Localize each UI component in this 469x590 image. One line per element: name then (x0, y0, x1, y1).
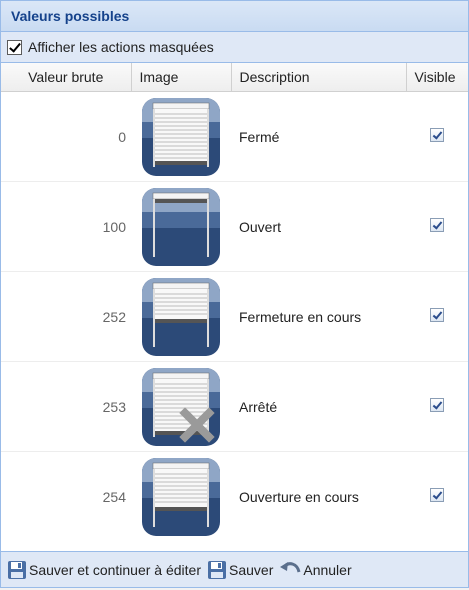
column-header-description[interactable]: Description (231, 63, 407, 92)
table-header-row: Valeur brute Image Description Visible (1, 63, 468, 92)
visible-checkbox[interactable] (430, 218, 444, 232)
cancel-label: Annuler (303, 561, 352, 578)
column-header-raw-value[interactable]: Valeur brute (1, 63, 132, 92)
raw-value-cell: 253 (1, 361, 131, 452)
show-hidden-actions-checkbox[interactable] (7, 39, 22, 55)
shutter-stopped-icon (141, 367, 221, 447)
visible-checkbox[interactable] (430, 128, 444, 142)
show-hidden-actions-row: Afficher les actions masquées (1, 32, 468, 63)
save-label: Sauver (229, 561, 274, 578)
undo-arrow-icon (280, 561, 301, 572)
table-row[interactable]: 0 Fermé (1, 91, 468, 182)
save-and-continue-label: Sauver et continuer à éditer (29, 561, 201, 578)
description-cell: Ouverture en cours (239, 488, 359, 505)
shutter-closed-icon (141, 97, 221, 177)
column-header-image[interactable]: Image (131, 63, 232, 92)
description-cell: Fermeture en cours (231, 271, 406, 362)
table-row[interactable]: 254 Ouverture en cours (1, 452, 468, 542)
save-and-continue-button[interactable]: Sauver et continuer à éditer (7, 560, 201, 580)
show-hidden-actions-label[interactable]: Afficher les actions masquées (28, 39, 214, 55)
shutter-closing-icon (141, 277, 221, 357)
cancel-button[interactable]: Annuler (279, 560, 352, 580)
raw-value-cell: 100 (1, 181, 131, 272)
description-cell: Arrêté (231, 361, 406, 452)
raw-value-cell: 254 (102, 488, 126, 505)
shutter-open-icon (141, 187, 221, 267)
raw-value-cell: 0 (1, 91, 131, 182)
shutter-opening-icon (141, 457, 221, 537)
footer-toolbar: Sauver et continuer à éditer Sauver Annu… (1, 551, 468, 587)
raw-value-cell: 252 (1, 271, 131, 362)
floppy-disk-icon (208, 560, 226, 579)
column-header-visible[interactable]: Visible (406, 63, 468, 92)
description-cell: Ouvert (231, 181, 406, 272)
table-row[interactable]: 253 Arrêté (1, 361, 468, 452)
visible-checkbox[interactable] (430, 488, 444, 502)
visible-checkbox[interactable] (430, 308, 444, 322)
floppy-disk-icon (8, 560, 26, 579)
visible-checkbox[interactable] (430, 398, 444, 412)
values-table: Valeur brute Image Description Visible 0 (1, 63, 468, 541)
save-button[interactable]: Sauver (207, 560, 273, 580)
table-row[interactable]: 100 Ouvert (1, 181, 468, 272)
table-row[interactable]: 252 Fermeture en cours (1, 271, 468, 362)
values-panel: Valeurs possibles Afficher les actions m… (0, 0, 469, 588)
description-cell: Fermé (231, 91, 406, 182)
panel-title: Valeurs possibles (1, 1, 468, 32)
